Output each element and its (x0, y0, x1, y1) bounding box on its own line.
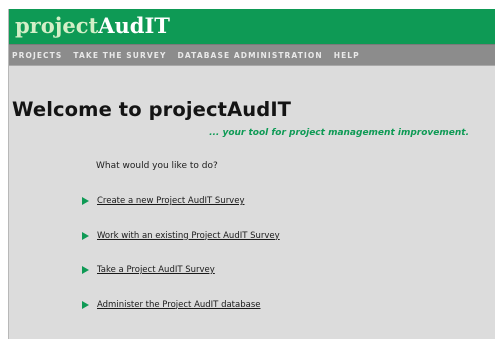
main-nav: PROJECTS TAKE THE SURVEY DATABASE ADMINI… (9, 44, 495, 66)
header-banner: projectAudIT (9, 9, 495, 44)
administer-database-link[interactable]: Administer the Project AudIT database (97, 300, 260, 310)
nav-item-help[interactable]: HELP (334, 51, 360, 60)
list-item: Take a Project AudIT Survey (82, 264, 280, 276)
list-item: Work with an existing Project AudIT Surv… (82, 230, 280, 242)
create-survey-link[interactable]: Create a new Project AudIT Survey (97, 196, 244, 206)
arrow-right-icon (82, 266, 89, 274)
arrow-right-icon (82, 197, 89, 205)
list-item: Administer the Project AudIT database (82, 299, 280, 311)
action-list: Create a new Project AudIT Survey Work w… (82, 195, 280, 333)
main-content: Welcome to projectAudIT ... your tool fo… (9, 66, 495, 339)
action-prompt: What would you like to do? (96, 161, 218, 171)
app-window: projectAudIT PROJECTS TAKE THE SURVEY DA… (8, 9, 495, 339)
existing-survey-link[interactable]: Work with an existing Project AudIT Surv… (97, 231, 280, 241)
logo-prefix: project (15, 13, 99, 38)
arrow-right-icon (82, 300, 89, 309)
take-survey-link[interactable]: Take a Project AudIT Survey (97, 265, 215, 275)
list-item: Create a new Project AudIT Survey (82, 195, 280, 207)
tagline: ... your tool for project management imp… (209, 128, 469, 138)
logo-suffix: AudIT (98, 13, 170, 38)
nav-item-take-the-survey[interactable]: TAKE THE SURVEY (73, 51, 166, 60)
nav-item-database-administration[interactable]: DATABASE ADMINISTRATION (178, 51, 323, 60)
page-title: Welcome to projectAudIT (12, 98, 292, 121)
app-logo[interactable]: projectAudIT (15, 13, 170, 38)
arrow-right-icon (82, 231, 89, 240)
nav-item-projects[interactable]: PROJECTS (12, 51, 62, 60)
